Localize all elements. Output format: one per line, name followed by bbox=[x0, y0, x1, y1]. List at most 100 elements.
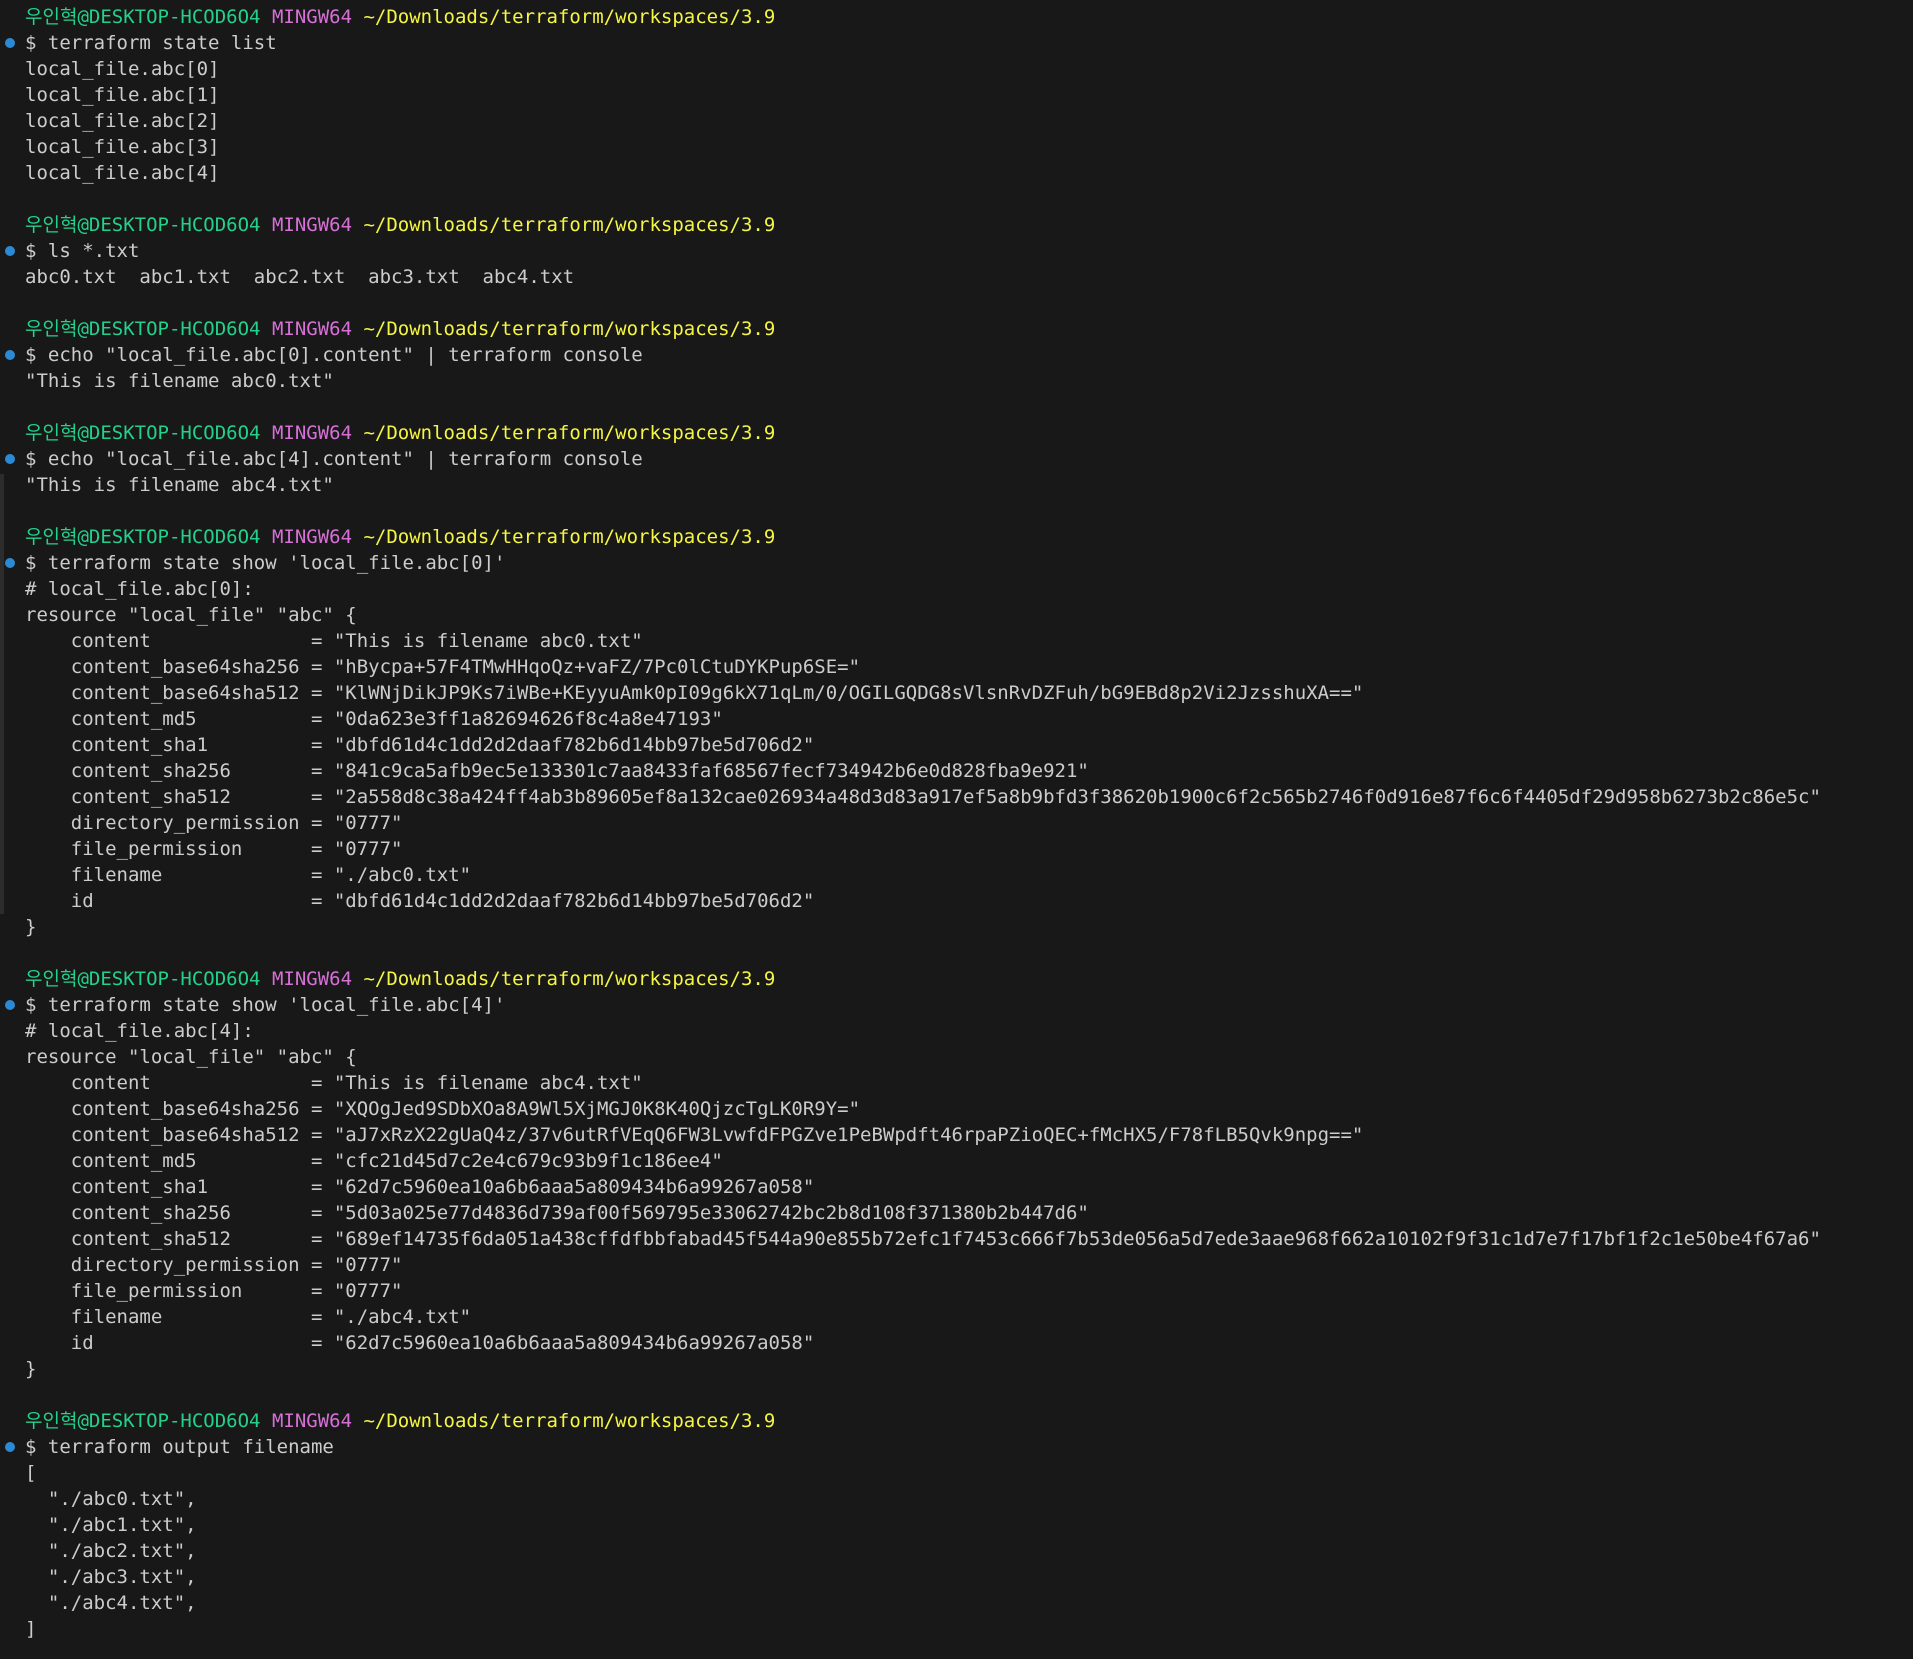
output-line: resource "local_file" "abc" { bbox=[25, 604, 357, 626]
command-line[interactable]: $ terraform output filename bbox=[0, 1434, 1913, 1460]
prompt-host: @DESKTOP-HCOD6O4 bbox=[77, 968, 261, 990]
output-line: local_file.abc[3] bbox=[25, 136, 220, 158]
command-text: $ echo "local_file.abc[4].content" | ter… bbox=[25, 448, 643, 470]
command-line[interactable]: $ terraform state show 'local_file.abc[0… bbox=[0, 550, 1913, 576]
prompt-system: MINGW64 bbox=[271, 1410, 353, 1432]
command-line[interactable]: $ echo "local_file.abc[4].content" | ter… bbox=[0, 446, 1913, 472]
prompt-path: ~/Downloads/terraform/workspaces/3.9 bbox=[363, 6, 776, 28]
output-line: # local_file.abc[0]: bbox=[25, 578, 254, 600]
prompt-system: MINGW64 bbox=[271, 526, 353, 548]
prompt-path: ~/Downloads/terraform/workspaces/3.9 bbox=[363, 968, 776, 990]
command-text: $ terraform state list bbox=[25, 32, 277, 54]
prompt-system: MINGW64 bbox=[271, 968, 353, 990]
command-decoration-icon[interactable] bbox=[5, 38, 15, 48]
output-line: directory_permission = "0777" bbox=[25, 1254, 403, 1276]
prompt-path: ~/Downloads/terraform/workspaces/3.9 bbox=[363, 214, 776, 236]
prompt-line: 우인혁@DESKTOP-HCOD6O4 MINGW64 ~/Downloads/… bbox=[0, 524, 1913, 550]
prompt-system: MINGW64 bbox=[271, 318, 353, 340]
output-line: content_base64sha256 = "XQOgJed9SDbXOa8A… bbox=[25, 1098, 861, 1120]
command-decoration-icon[interactable] bbox=[5, 1442, 15, 1452]
prompt-system: MINGW64 bbox=[271, 214, 353, 236]
output-line: } bbox=[25, 1358, 37, 1380]
output-line: local_file.abc[2] bbox=[25, 110, 220, 132]
output-line: content_sha256 = "841c9ca5afb9ec5e133301… bbox=[25, 760, 1089, 782]
output-line: content_base64sha256 = "hBycpa+57F4TMwHH… bbox=[25, 656, 861, 678]
prompt-path: ~/Downloads/terraform/workspaces/3.9 bbox=[363, 318, 776, 340]
output-line: filename = "./abc4.txt" bbox=[25, 1306, 472, 1328]
output-line: content_md5 = "0da623e3ff1a82694626f8c4a… bbox=[25, 708, 723, 730]
output-line: content_md5 = "cfc21d45d7c2e4c679c93b9f1… bbox=[25, 1150, 723, 1172]
prompt-host: @DESKTOP-HCOD6O4 bbox=[77, 1410, 261, 1432]
output-line: "./abc3.txt", bbox=[25, 1566, 197, 1588]
command-text: $ terraform output filename bbox=[25, 1436, 334, 1458]
command-decoration-icon[interactable] bbox=[5, 558, 15, 568]
prompt-user: 우인혁 bbox=[25, 318, 78, 340]
output-line: local_file.abc[1] bbox=[25, 84, 220, 106]
output-line: local_file.abc[0] bbox=[25, 58, 220, 80]
output-line: content_base64sha512 = "aJ7xRzX22gUaQ4z/… bbox=[25, 1124, 1364, 1146]
prompt-user: 우인혁 bbox=[25, 968, 78, 990]
output-line: [ bbox=[25, 1462, 37, 1484]
output-line: "./abc1.txt", bbox=[25, 1514, 197, 1536]
prompt-host: @DESKTOP-HCOD6O4 bbox=[77, 422, 261, 444]
command-line[interactable]: $ echo "local_file.abc[0].content" | ter… bbox=[0, 342, 1913, 368]
output-line: id = "62d7c5960ea10a6b6aaa5a809434b6a992… bbox=[25, 1332, 815, 1354]
output-line: local_file.abc[4] bbox=[25, 162, 220, 184]
prompt-line: 우인혁@DESKTOP-HCOD6O4 MINGW64 ~/Downloads/… bbox=[0, 420, 1913, 446]
output-line: resource "local_file" "abc" { bbox=[25, 1046, 357, 1068]
output-line: file_permission = "0777" bbox=[25, 1280, 403, 1302]
command-decoration-icon[interactable] bbox=[5, 246, 15, 256]
output-line: content = "This is filename abc4.txt" bbox=[25, 1072, 643, 1094]
output-line: filename = "./abc0.txt" bbox=[25, 864, 472, 886]
output-line: "./abc4.txt", bbox=[25, 1592, 197, 1614]
output-line: "This is filename abc0.txt" bbox=[25, 370, 334, 392]
prompt-line: 우인혁@DESKTOP-HCOD6O4 MINGW64 ~/Downloads/… bbox=[0, 4, 1913, 30]
output-line: content_sha1 = "62d7c5960ea10a6b6aaa5a80… bbox=[25, 1176, 815, 1198]
output-line: directory_permission = "0777" bbox=[25, 812, 403, 834]
prompt-path: ~/Downloads/terraform/workspaces/3.9 bbox=[363, 526, 776, 548]
command-text: $ terraform state show 'local_file.abc[4… bbox=[25, 994, 506, 1016]
prompt-user: 우인혁 bbox=[25, 526, 78, 548]
output-line: content = "This is filename abc0.txt" bbox=[25, 630, 643, 652]
output-line: } bbox=[25, 916, 37, 938]
prompt-user: 우인혁 bbox=[25, 214, 78, 236]
prompt-line: 우인혁@DESKTOP-HCOD6O4 MINGW64 ~/Downloads/… bbox=[0, 212, 1913, 238]
command-decoration-icon[interactable] bbox=[5, 1000, 15, 1010]
prompt-line: 우인혁@DESKTOP-HCOD6O4 MINGW64 ~/Downloads/… bbox=[0, 966, 1913, 992]
output-line: "./abc0.txt", bbox=[25, 1488, 197, 1510]
prompt-system: MINGW64 bbox=[271, 422, 353, 444]
command-decoration-icon[interactable] bbox=[5, 350, 15, 360]
output-line: abc0.txt abc1.txt abc2.txt abc3.txt abc4… bbox=[25, 266, 575, 288]
prompt-path: ~/Downloads/terraform/workspaces/3.9 bbox=[363, 1410, 776, 1432]
prompt-host: @DESKTOP-HCOD6O4 bbox=[77, 318, 261, 340]
prompt-user: 우인혁 bbox=[25, 1410, 78, 1432]
prompt-line: 우인혁@DESKTOP-HCOD6O4 MINGW64 ~/Downloads/… bbox=[0, 316, 1913, 342]
prompt-host: @DESKTOP-HCOD6O4 bbox=[77, 526, 261, 548]
terminal-output[interactable]: 우인혁@DESKTOP-HCOD6O4 MINGW64 ~/Downloads/… bbox=[0, 4, 1913, 1642]
command-line[interactable]: $ terraform state show 'local_file.abc[4… bbox=[0, 992, 1913, 1018]
prompt-system: MINGW64 bbox=[271, 6, 353, 28]
output-line: content_sha512 = "2a558d8c38a424ff4ab3b8… bbox=[25, 786, 1821, 808]
output-line: # local_file.abc[4]: bbox=[25, 1020, 254, 1042]
prompt-host: @DESKTOP-HCOD6O4 bbox=[77, 6, 261, 28]
output-line: content_sha256 = "5d03a025e77d4836d739af… bbox=[25, 1202, 1089, 1224]
command-text: $ terraform state show 'local_file.abc[0… bbox=[25, 552, 506, 574]
command-line[interactable]: $ terraform state list bbox=[0, 30, 1913, 56]
command-decoration-icon[interactable] bbox=[5, 454, 15, 464]
prompt-user: 우인혁 bbox=[25, 422, 78, 444]
prompt-line: 우인혁@DESKTOP-HCOD6O4 MINGW64 ~/Downloads/… bbox=[0, 1408, 1913, 1434]
output-line: "./abc2.txt", bbox=[25, 1540, 197, 1562]
output-line: content_sha1 = "dbfd61d4c1dd2d2daaf782b6… bbox=[25, 734, 815, 756]
output-line: "This is filename abc4.txt" bbox=[25, 474, 334, 496]
command-line[interactable]: $ ls *.txt bbox=[0, 238, 1913, 264]
output-line: content_sha512 = "689ef14735f6da051a438c… bbox=[25, 1228, 1821, 1250]
prompt-host: @DESKTOP-HCOD6O4 bbox=[77, 214, 261, 236]
output-line: content_base64sha512 = "KlWNjDikJP9Ks7iW… bbox=[25, 682, 1364, 704]
output-line: file_permission = "0777" bbox=[25, 838, 403, 860]
